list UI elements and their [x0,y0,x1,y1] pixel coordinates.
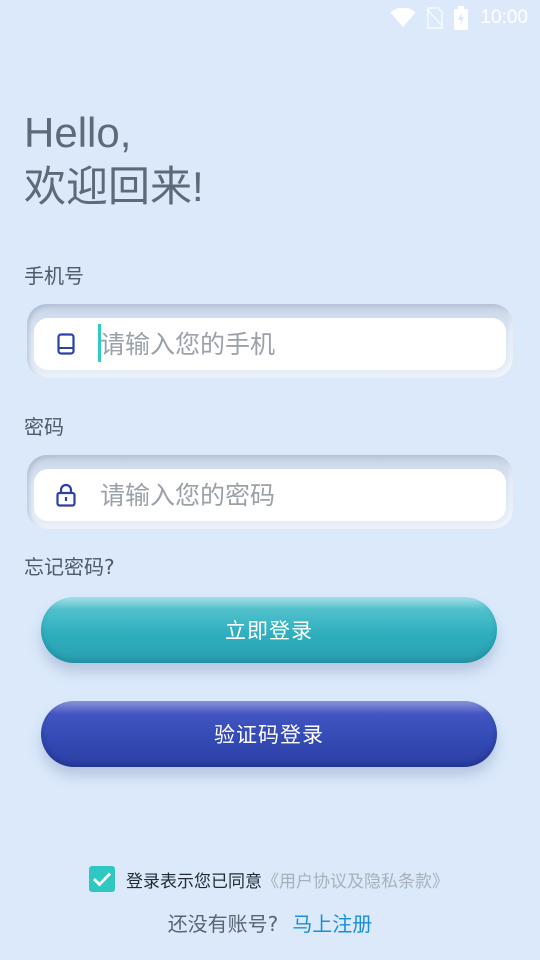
password-field-box[interactable] [34,469,506,521]
phone-field-container [27,304,513,378]
text-caret [98,324,101,362]
register-row: 还没有账号? 马上注册 [0,908,540,937]
phone-label: 手机号 [24,264,84,288]
greeting-line-2: 欢迎回来! [24,163,204,210]
register-link[interactable]: 马上注册 [292,912,372,936]
password-input[interactable] [100,480,480,510]
password-label: 密码 [24,415,64,439]
battery-charging-icon [454,6,469,30]
no-sim-icon [426,7,445,29]
code-login-button[interactable]: 验证码登录 [41,701,497,767]
agreement-text: 登录表示您已同意 [126,871,262,892]
status-bar: 10:00 [390,0,528,36]
greeting-line-1: Hello, [24,109,132,156]
greeting-heading: Hello, 欢迎回来! [24,106,204,214]
lock-icon [54,483,78,507]
password-field-container [27,455,513,529]
register-prompt: 还没有账号? [167,912,279,936]
agreement-checkbox[interactable] [89,866,115,892]
wifi-icon [390,8,416,28]
phone-field-box[interactable] [34,318,506,370]
status-time: 10:00 [480,7,528,28]
phone-icon [54,332,78,356]
forgot-password-link[interactable]: 忘记密码? [24,551,115,580]
terms-link[interactable]: 《用户协议及隐私条款》 [262,867,449,892]
check-icon [93,872,112,887]
login-button[interactable]: 立即登录 [41,597,497,663]
phone-input[interactable] [100,329,480,359]
agreement-row: 登录表示您已同意 《用户协议及隐私条款》 [89,866,449,892]
